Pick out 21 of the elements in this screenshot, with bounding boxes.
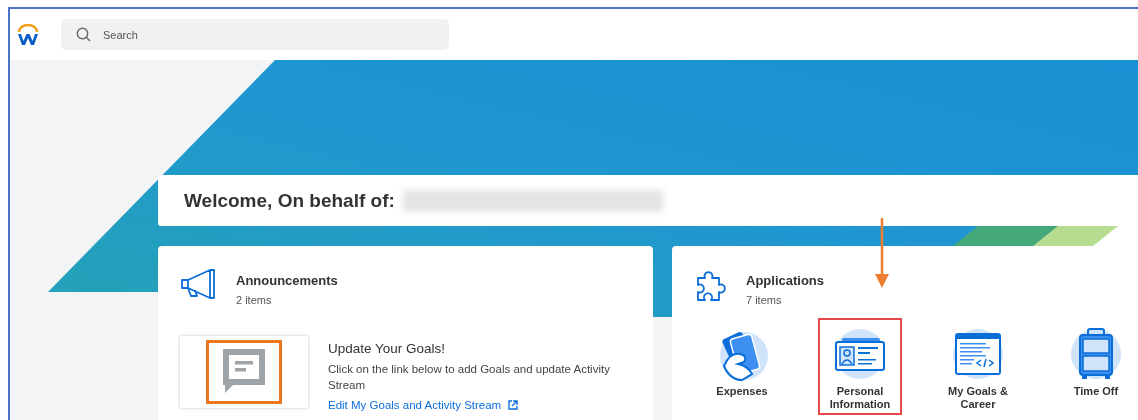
code-window-icon: [950, 326, 1006, 382]
goals-link[interactable]: Edit My Goals and Activity Stream: [328, 399, 519, 411]
id-card-icon: [832, 326, 888, 382]
suitcase-icon: [1068, 326, 1124, 382]
announcement-thumbnail[interactable]: [180, 336, 308, 408]
item-count: 7 items: [746, 294, 783, 306]
search-icon: [76, 27, 91, 42]
announcement-title: Update Your Goals!: [328, 341, 447, 356]
search-field[interactable]: Search: [61, 19, 449, 50]
welcome-title: Welcome, On behalf of:: [184, 189, 395, 212]
app-tile[interactable]: My Goals & Career: [936, 318, 1020, 415]
card-title: Applications: [746, 273, 824, 288]
item-count: 2 items: [236, 294, 273, 306]
logo-icon[interactable]: [16, 23, 40, 46]
announcement-description: Click on the link below to add Goals and update Activity Stream: [328, 362, 611, 393]
external-link-icon: [508, 400, 519, 410]
app-tile[interactable]: Time Off: [1054, 318, 1138, 415]
card-title: Announcements: [236, 273, 338, 288]
app-tile[interactable]: Personal Information: [818, 318, 902, 415]
app-tile[interactable]: Expenses: [700, 318, 784, 415]
arrow-drawing: [875, 218, 889, 290]
